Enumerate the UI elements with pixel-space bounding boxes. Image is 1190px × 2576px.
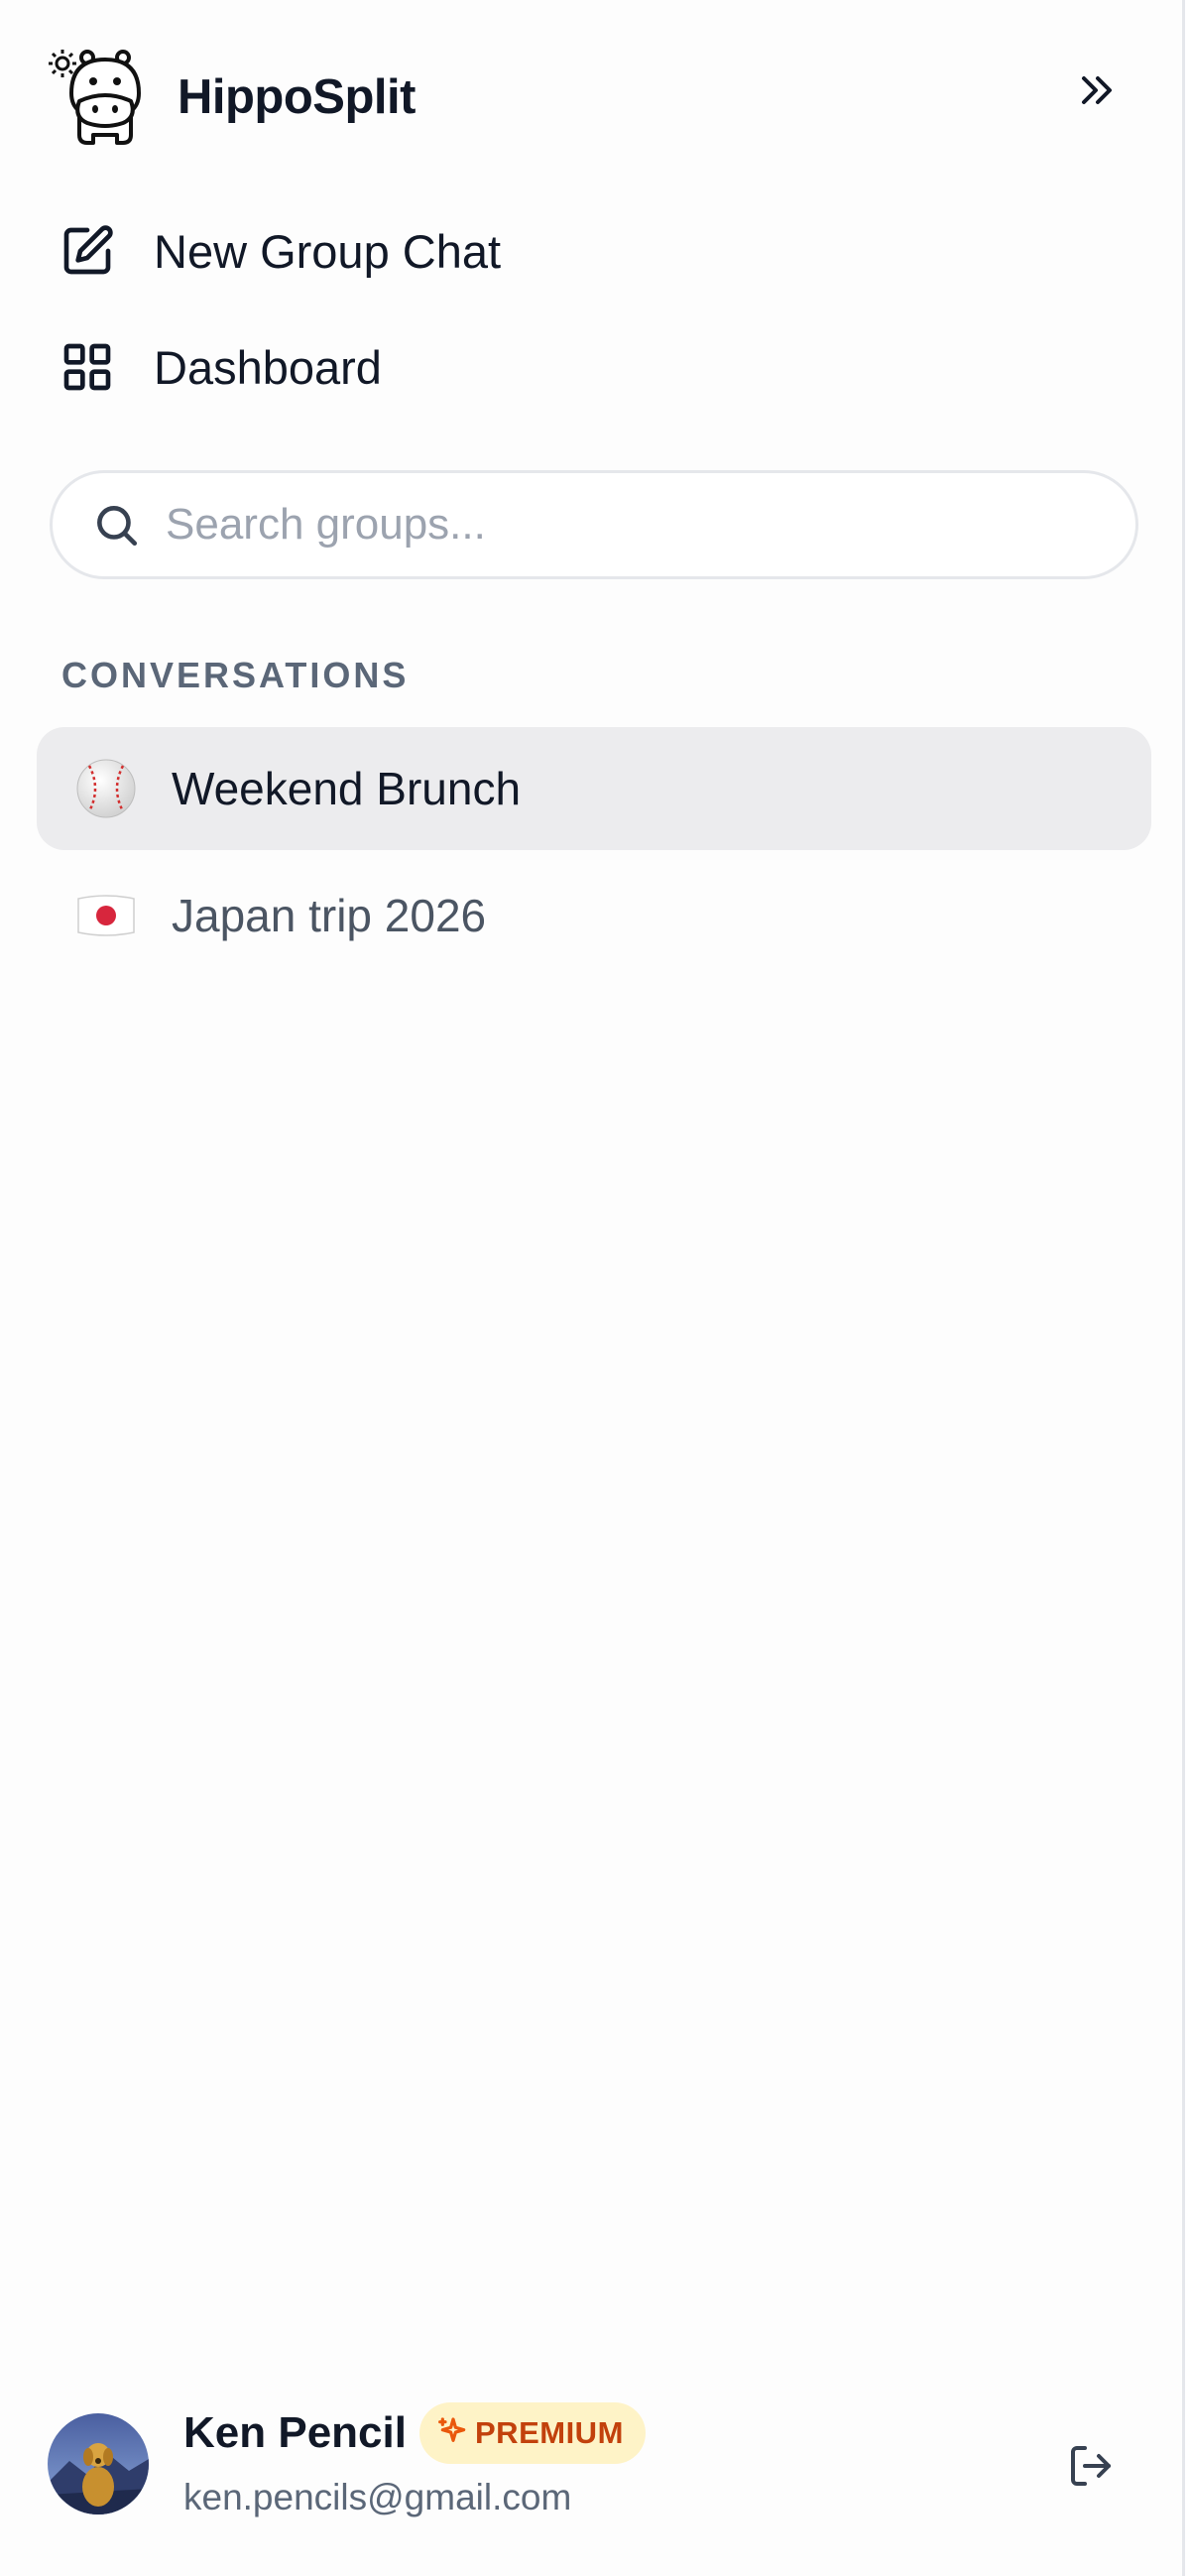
user-email: ken.pencils@gmail.com [183,2477,572,2517]
user-name: Ken Pencil [183,2408,407,2457]
search-icon [86,495,146,554]
premium-badge-label: PREMIUM [475,2415,624,2450]
sidebar: HippoSplit New Group Chat Dashboard Sear… [0,0,1185,2576]
dashboard-button[interactable]: Dashboard [38,319,1148,415]
premium-badge: PREMIUM [419,2402,646,2464]
conversation-label: Weekend Brunch [172,763,522,814]
logout-button[interactable] [1061,2438,1121,2498]
baseball-emoji-icon [72,755,140,822]
nav-label-dashboard: Dashboard [154,340,382,394]
conversation-item-japan-trip[interactable]: Japan trip 2026 [37,854,1151,977]
sparkle-icon [437,2415,469,2452]
avatar[interactable] [48,2413,149,2515]
app-root: HippoSplit New Group Chat Dashboard Sear… [0,0,1190,2576]
hippo-logo-icon [46,44,153,151]
chevrons-right-icon [1076,70,1116,115]
conversation-item-weekend-brunch[interactable]: Weekend Brunch [37,727,1151,850]
new-group-chat-button[interactable]: New Group Chat [38,203,1148,299]
user-footer: Ken Pencil PREMIUM ken.pencils@gmail.com [0,2381,1185,2576]
app-title: HippoSplit [178,70,416,124]
japan-flag-emoji-icon [72,882,140,949]
search-box[interactable] [50,470,1138,579]
conversations-section-label: CONVERSATIONS [61,655,410,695]
edit-icon [38,203,137,299]
search-input[interactable] [164,499,1060,551]
conversation-label: Japan trip 2026 [172,890,487,941]
sidebar-header: HippoSplit [0,0,1185,198]
nav-label-new-group-chat: New Group Chat [154,224,502,278]
collapse-sidebar-button[interactable] [1066,67,1126,117]
grid-icon [38,319,137,415]
logout-icon [1067,2442,1115,2495]
